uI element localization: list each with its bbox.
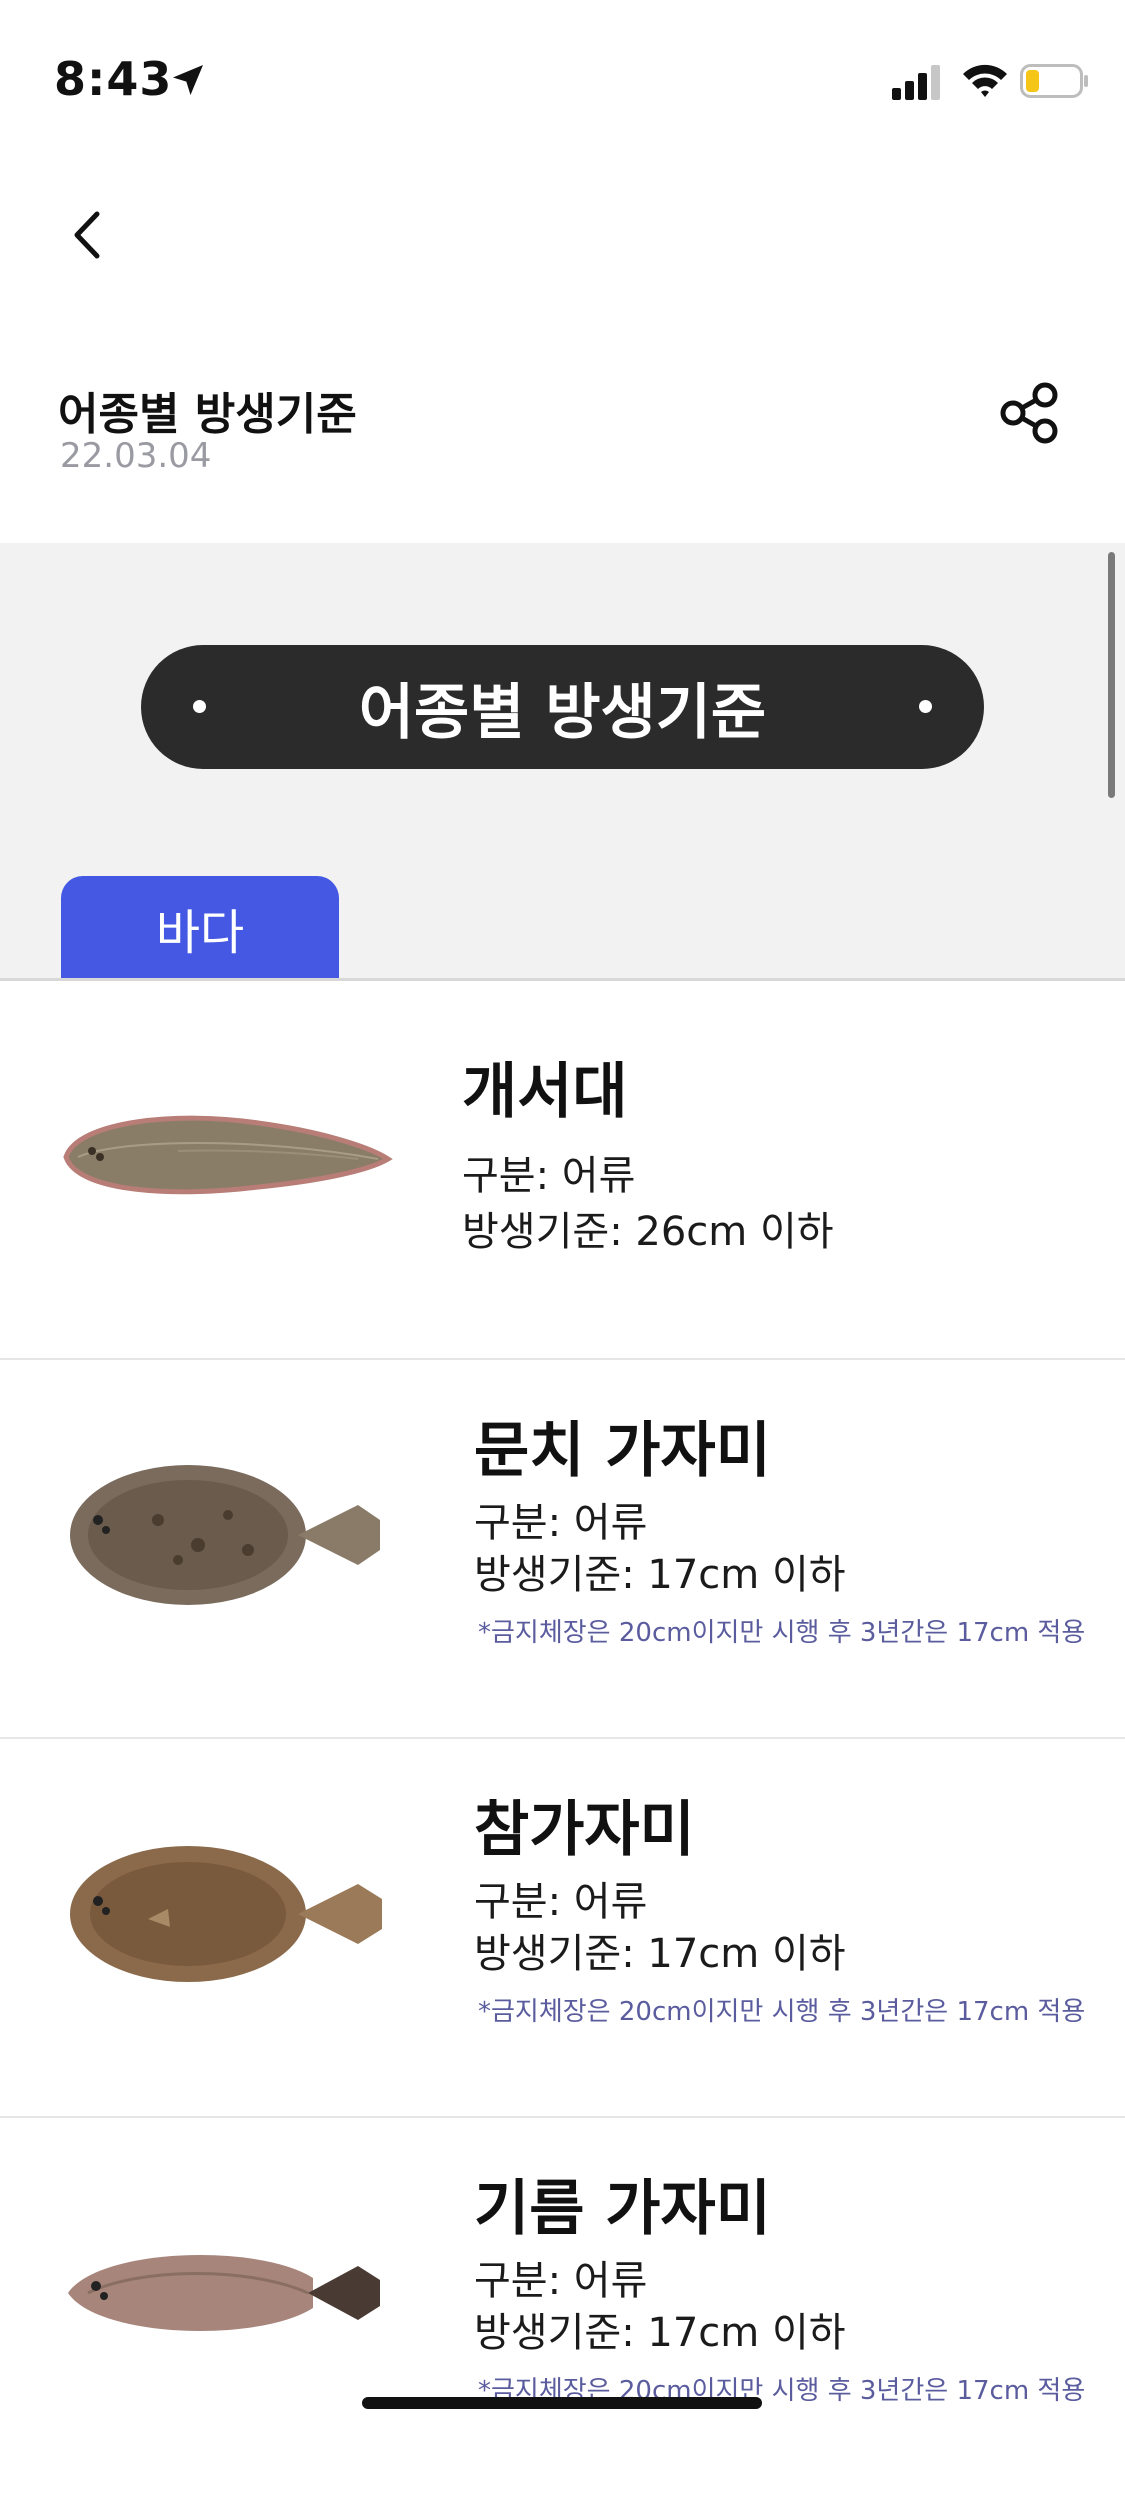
fish-item-marbled-flounder[interactable]: 문치 가자미 구분: 어류 방생기준: 17cm 이하 *금지체장은 20cm이… [0, 1360, 1125, 1739]
chevron-left-icon [74, 211, 100, 259]
marbled-flounder-image [70, 1465, 380, 1605]
battery-icon [1020, 64, 1088, 98]
tab-sea[interactable]: 바다 [61, 876, 339, 980]
fish-note: *금지체장은 20cm이지만 시행 후 3년간은 17cm 적용 [478, 1997, 1086, 2027]
share-button[interactable] [996, 380, 1062, 446]
fish-category: 구분: 어류 [474, 2258, 648, 2304]
banner-title-pill: 어종별 방생기준 [141, 645, 984, 769]
banner-title: 어종별 방생기준 [358, 677, 767, 748]
fish-item-sole[interactable]: 개서대 구분: 어류 방생기준: 26cm 이하 [0, 981, 1125, 1360]
fish-list: 개서대 구분: 어류 방생기준: 26cm 이하 문치 가자미 구분: 어류 방… [0, 981, 1125, 2495]
post-date: 22.03.04 [60, 436, 212, 476]
fish-release-standard: 방생기준: 17cm 이하 [474, 1552, 846, 1598]
fish-name: 기름 가자미 [474, 2174, 771, 2244]
home-indicator[interactable] [362, 2397, 762, 2409]
back-button[interactable] [58, 200, 114, 270]
fish-name: 문치 가자미 [474, 1416, 771, 1486]
status-time: 8:43 [54, 52, 173, 106]
fish-item-korean-flounder[interactable]: 기름 가자미 구분: 어류 방생기준: 17cm 이하 *금지체장은 20cm이… [0, 2118, 1125, 2495]
fish-category: 구분: 어류 [474, 1500, 648, 1546]
location-arrow-icon [173, 65, 203, 95]
fish-release-standard: 방생기준: 26cm 이하 [462, 1209, 834, 1255]
fish-name: 개서대 [462, 1057, 628, 1127]
sole-fish-image [63, 1115, 393, 1195]
fish-category: 구분: 어류 [474, 1879, 648, 1925]
fish-release-standard: 방생기준: 17cm 이하 [474, 2310, 846, 2356]
page-title: 어종별 방생기준 [58, 389, 357, 440]
fish-item-cresthead-flounder[interactable]: 참가자미 구분: 어류 방생기준: 17cm 이하 *금지체장은 20cm이지만… [0, 1739, 1125, 2118]
fish-name: 참가자미 [474, 1795, 695, 1865]
wifi-icon [963, 64, 1007, 97]
share-icon [1000, 382, 1058, 444]
pill-dot-left [193, 700, 206, 713]
cresthead-flounder-image [70, 1846, 382, 1982]
fish-note: *금지체장은 20cm이지만 시행 후 3년간은 17cm 적용 [478, 1618, 1086, 1648]
pill-dot-right [919, 700, 932, 713]
fish-category: 구분: 어류 [462, 1153, 636, 1199]
fish-release-standard: 방생기준: 17cm 이하 [474, 1931, 846, 1977]
korean-flounder-image [68, 2255, 380, 2331]
status-bar: 8:43 [0, 0, 1125, 150]
cellular-signal-icon [892, 65, 940, 100]
scrollbar[interactable] [1108, 552, 1115, 798]
